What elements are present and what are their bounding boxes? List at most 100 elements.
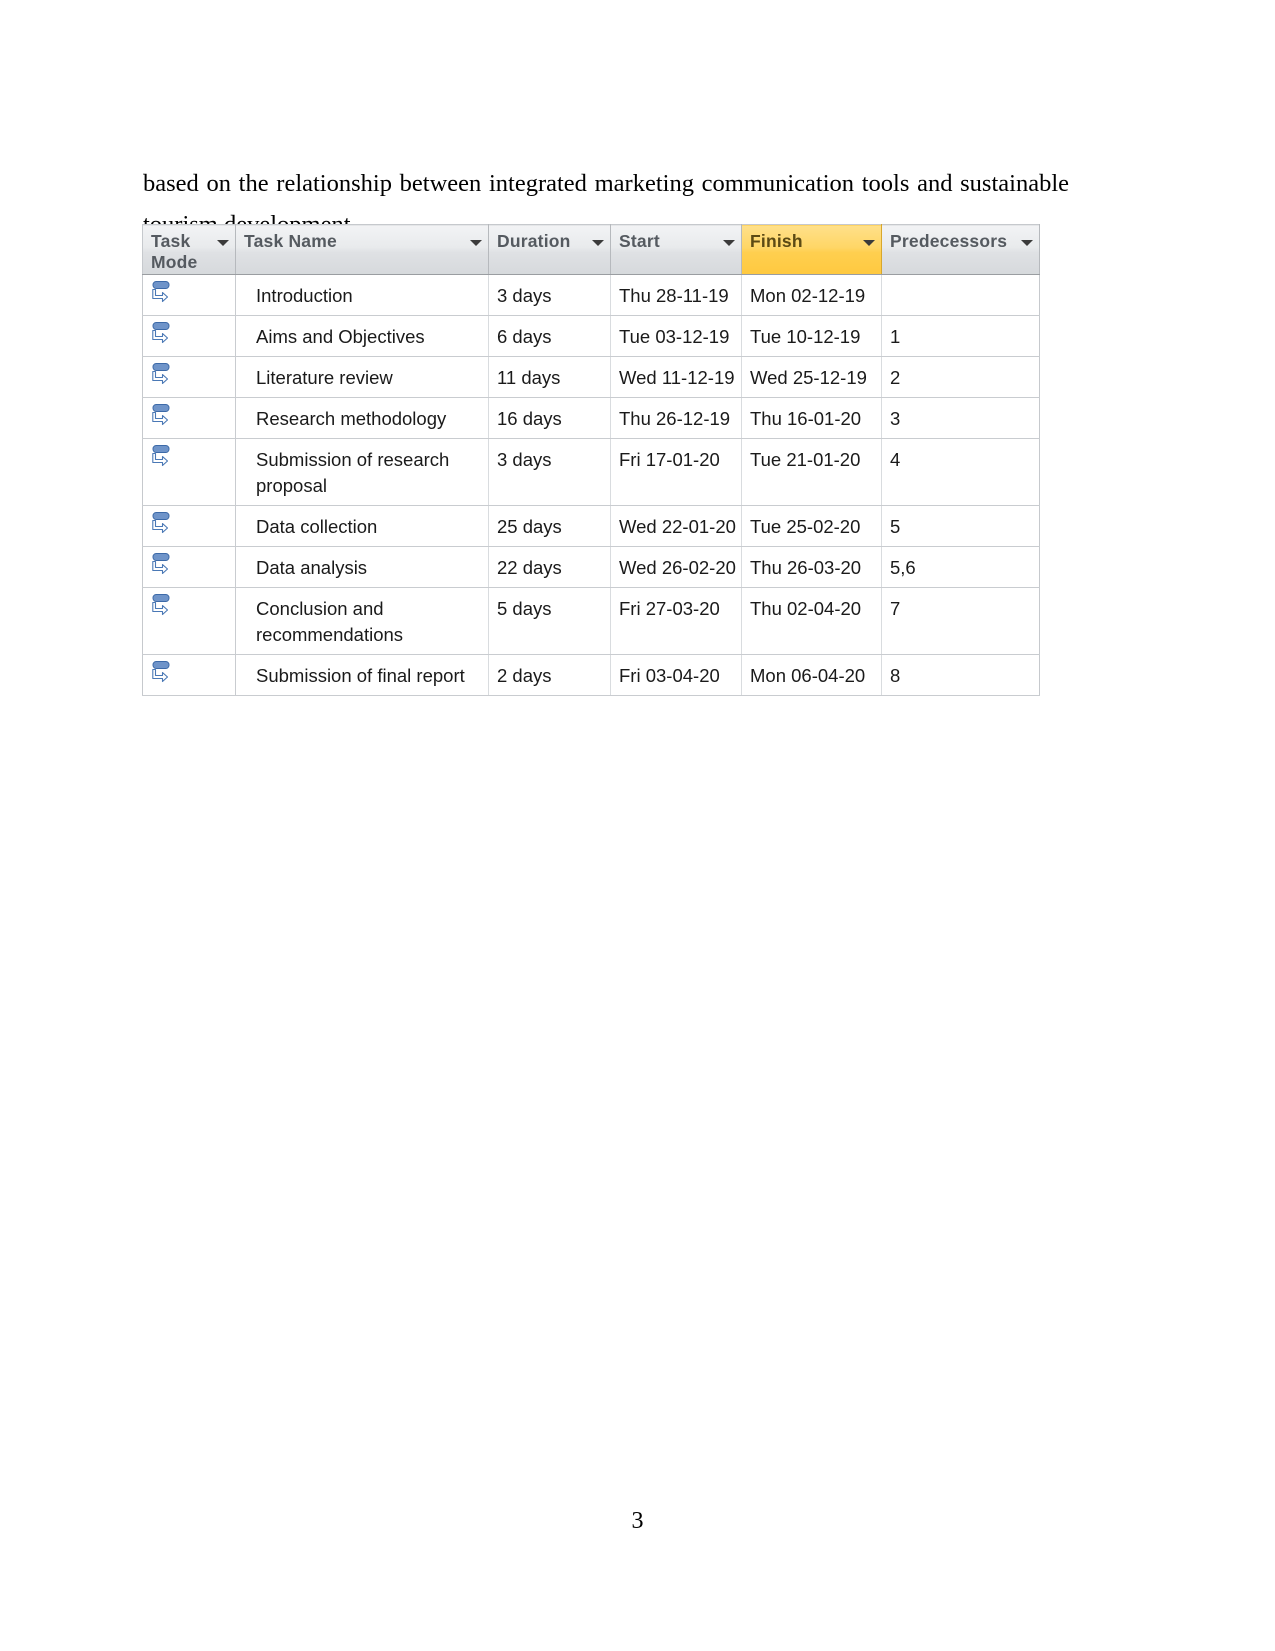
cell-duration[interactable]: 16 days [488,397,611,439]
cell-task_name[interactable]: Research methodology [235,397,489,439]
cell-text-predecessors: 5,6 [890,557,916,578]
cell-task_name[interactable]: Literature review [235,356,489,398]
cell-text-predecessors: 4 [890,449,901,470]
cell-duration[interactable]: 2 days [488,654,611,696]
cell-text-start: Fri 17-01-20 [619,449,720,470]
cell-text-finish: Wed 25-12-19 [750,367,867,388]
cell-start[interactable]: Thu 26-12-19 [610,397,742,439]
cell-text-predecessors [882,275,1039,315]
table-body: Introduction 3 days Thu 28-11-19 Mon 02-12-… [142,274,1040,696]
cell-task_mode[interactable] [142,315,236,357]
cell-task_mode[interactable] [142,505,236,547]
cell-task_mode[interactable] [142,587,236,655]
column-header-label: Finish [750,231,803,251]
cell-text-finish: Tue 10-12-19 [750,326,861,347]
column-header-start[interactable]: Start [610,224,742,275]
cell-duration[interactable]: 11 days [488,356,611,398]
cell-start[interactable]: Fri 27-03-20 [610,587,742,655]
cell-finish[interactable]: Thu 02-04-20 [741,587,882,655]
chevron-down-icon[interactable] [470,240,482,246]
cell-start[interactable]: Fri 17-01-20 [610,438,742,506]
column-header-predecessors[interactable]: Predecessors [881,224,1040,275]
cell-text-task_name: Data analysis [256,557,368,578]
task-mode-cell[interactable] [143,547,235,578]
cell-start[interactable]: Tue 03-12-19 [610,315,742,357]
cell-predecessors[interactable]: 4 [881,438,1040,506]
cell-task_name[interactable]: Introduction [235,274,489,316]
table-row[interactable]: Introduction 3 days Thu 28-11-19 Mon 02-12-… [142,274,1040,316]
cell-task_name[interactable]: Submission of final report [235,654,489,696]
cell-duration[interactable]: 5 days [488,587,611,655]
cell-start[interactable]: Wed 26-02-20 [610,546,742,588]
task-mode-cell[interactable] [143,439,235,470]
cell-text-duration: 22 days [497,557,562,578]
cell-finish[interactable]: Tue 10-12-19 [741,315,882,357]
chevron-down-icon[interactable] [723,240,735,246]
cell-duration[interactable]: 6 days [488,315,611,357]
cell-task_name[interactable]: Data collection [235,505,489,547]
cell-predecessors[interactable]: 1 [881,315,1040,357]
task-mode-cell[interactable] [143,275,235,306]
chevron-down-icon[interactable] [592,240,604,246]
cell-task_mode[interactable] [142,356,236,398]
cell-start[interactable]: Fri 03-04-20 [610,654,742,696]
cell-duration[interactable]: 22 days [488,546,611,588]
cell-predecessors[interactable] [881,274,1040,316]
cell-task_name[interactable]: Aims and Objectives [235,315,489,357]
table-row[interactable]: Literature review 11 days Wed 11-12-19 Wed … [142,356,1040,398]
task-mode-cell[interactable] [143,506,235,537]
cell-task_mode[interactable] [142,397,236,439]
table-row[interactable]: Data collection 25 days Wed 22-01-20 Tue 25… [142,505,1040,547]
cell-task_name[interactable]: Submission of research proposal [235,438,489,506]
table-row[interactable]: Submission of final report 2 days Fri 03-0… [142,654,1040,696]
cell-text-duration: 2 days [497,665,552,686]
chevron-down-icon[interactable] [1021,240,1033,246]
task-mode-cell[interactable] [143,588,235,619]
cell-task_mode[interactable] [142,438,236,506]
cell-finish[interactable]: Tue 21-01-20 [741,438,882,506]
cell-start[interactable]: Thu 28-11-19 [610,274,742,316]
cell-text-predecessors: 8 [890,665,901,686]
cell-predecessors[interactable]: 3 [881,397,1040,439]
table-header-row: Task Mode Task Name Duration Start Finish Pre… [142,224,1040,275]
cell-task_mode[interactable] [142,546,236,588]
column-header-task_name[interactable]: Task Name [235,224,489,275]
table-row[interactable]: Aims and Objectives 6 days Tue 03-12-19 Tue… [142,315,1040,357]
cell-duration[interactable]: 3 days [488,274,611,316]
column-header-finish[interactable]: Finish [741,224,882,275]
task-mode-cell[interactable] [143,655,235,686]
cell-duration[interactable]: 25 days [488,505,611,547]
table-row[interactable]: Research methodology 16 days Thu 26-12-19 T… [142,397,1040,439]
column-header-duration[interactable]: Duration [488,224,611,275]
task-mode-cell[interactable] [143,357,235,388]
cell-predecessors[interactable]: 5 [881,505,1040,547]
chevron-down-icon[interactable] [863,240,875,246]
cell-finish[interactable]: Mon 02-12-19 [741,274,882,316]
cell-finish[interactable]: Tue 25-02-20 [741,505,882,547]
table-row[interactable]: Submission of research proposal 3 days Fri… [142,438,1040,506]
cell-task_mode[interactable] [142,274,236,316]
cell-finish[interactable]: Mon 06-04-20 [741,654,882,696]
table-row[interactable]: Data analysis 22 days Wed 26-02-20 Thu 26-0… [142,546,1040,588]
table-row[interactable]: Conclusion and recommendations 5 days Fri … [142,587,1040,655]
task-mode-cell[interactable] [143,316,235,347]
cell-text-start: Thu 26-12-19 [619,408,731,429]
cell-start[interactable]: Wed 22-01-20 [610,505,742,547]
cell-duration[interactable]: 3 days [488,438,611,506]
cell-finish[interactable]: Thu 16-01-20 [741,397,882,439]
cell-task_name[interactable]: Conclusion and recommendations [235,587,489,655]
column-header-task_mode[interactable]: Task Mode [142,224,236,275]
cell-task_mode[interactable] [142,654,236,696]
cell-predecessors[interactable]: 8 [881,654,1040,696]
cell-finish[interactable]: Thu 26-03-20 [741,546,882,588]
cell-task_name[interactable]: Data analysis [235,546,489,588]
task-mode-cell[interactable] [143,398,235,429]
manually-scheduled-icon [152,281,170,303]
column-header-label: Task Name [244,231,337,251]
cell-predecessors[interactable]: 2 [881,356,1040,398]
cell-start[interactable]: Wed 11-12-19 [610,356,742,398]
cell-predecessors[interactable]: 5,6 [881,546,1040,588]
cell-predecessors[interactable]: 7 [881,587,1040,655]
chevron-down-icon[interactable] [217,240,229,246]
cell-finish[interactable]: Wed 25-12-19 [741,356,882,398]
